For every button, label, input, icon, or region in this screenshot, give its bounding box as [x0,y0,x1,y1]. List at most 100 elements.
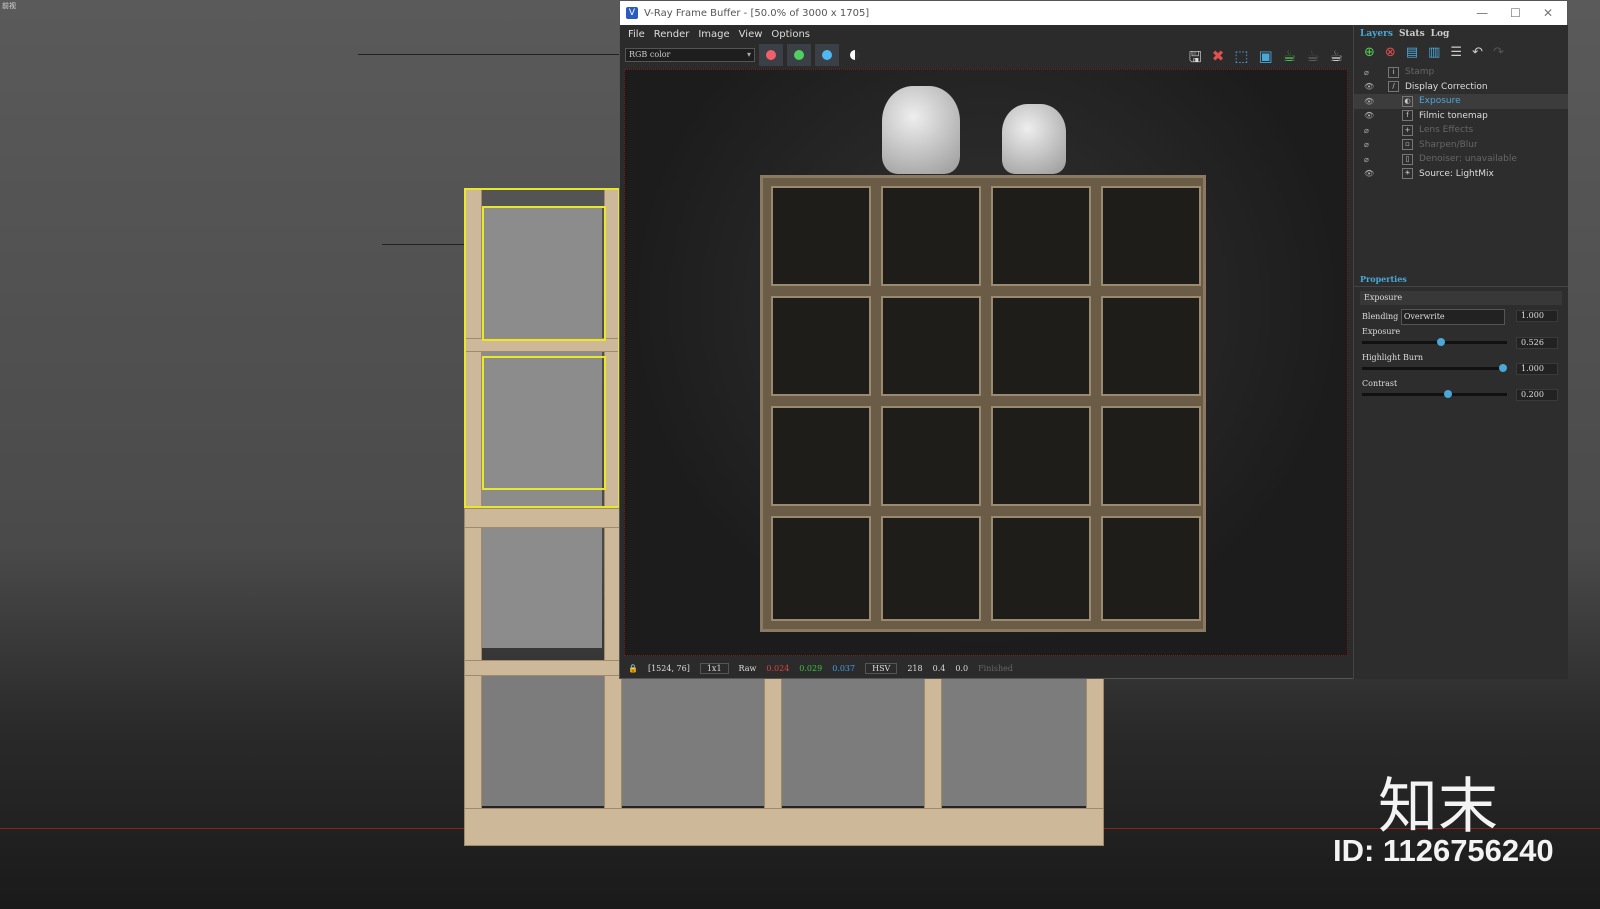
watermark-logo: 知末 [1378,772,1498,842]
window-title: V-Ray Frame Buffer - [50.0% of 3000 x 17… [644,7,870,19]
status-bar: 🔒 [1524, 76] 1x1 Raw 0.024 0.029 0.037 H… [620,657,1352,679]
render-image[interactable] [624,69,1348,656]
delete-layer-icon[interactable]: ⊗ [1385,45,1396,63]
layer-item[interactable]: ⌀ ▯ Denoiser: unavailable [1354,152,1568,167]
layer-item[interactable]: ⌀ i Stamp [1354,65,1568,80]
blue-dot-icon [822,50,832,60]
load-layers-icon[interactable]: ▥ [1428,45,1440,63]
slider-handle[interactable] [1444,390,1453,398]
eye-icon[interactable]: 👁 [1364,111,1376,120]
eye-hidden-icon[interactable]: ⌀ [1364,68,1376,77]
layer-name: Sharpen/Blur [1419,139,1478,150]
layer-type-icon: f [1402,110,1413,122]
tab-layers[interactable]: Layers [1360,29,1393,39]
slider-value[interactable]: 1.000 [1516,363,1558,375]
undo-icon[interactable]: ↶ [1472,45,1483,63]
render-state: Finished [978,663,1014,673]
layer-item[interactable]: 👁 / Display Correction [1354,80,1568,95]
properties-title: Properties [1354,271,1568,287]
close-button[interactable]: ✕ [1543,6,1553,20]
save-layers-icon[interactable]: ▤ [1406,45,1418,63]
green-value: 0.029 [799,663,823,673]
eye-icon[interactable]: 👁 [1364,82,1376,91]
menu-file[interactable]: File [628,29,645,40]
slider-handle[interactable] [1437,338,1446,346]
layer-name: Source: LightMix [1419,168,1494,179]
slider-row: Exposure 0.526 [1354,325,1568,351]
layer-item[interactable]: ⌀ + Lens Effects [1354,123,1568,138]
menu-options[interactable]: Options [771,29,810,40]
layer-type-icon: + [1402,124,1413,136]
watermark-id: ID: 1126756240 [1333,833,1554,868]
minimize-button[interactable]: — [1476,6,1488,20]
blending-label: Blending [1362,312,1399,321]
red-value: 0.024 [766,663,790,673]
value-value: 0.0 [955,663,969,673]
layer-item[interactable]: 👁 f Filmic tonemap [1354,109,1568,124]
saturation-value: 0.4 [932,663,946,673]
layer-name: Denoiser: unavailable [1419,154,1517,165]
add-layer-icon[interactable]: ⊕ [1364,45,1375,63]
layer-type-icon: / [1388,81,1399,93]
vase [882,86,960,174]
slider-row: Highlight Burn 1.000 [1354,351,1568,377]
layer-item[interactable]: 👁 ☀ Source: LightMix [1354,167,1568,182]
layer-name: Filmic tonemap [1419,110,1488,121]
blue-channel-button[interactable] [815,44,839,66]
vase [1002,104,1066,174]
slider-row: Contrast 0.200 [1354,377,1568,403]
layer-name: Lens Effects [1419,125,1474,136]
eye-icon[interactable]: 👁 [1364,169,1376,178]
layer-name: Exposure [1419,96,1461,107]
mode-label[interactable]: Raw [739,664,757,673]
layer-list-icon[interactable]: ☰ [1450,45,1462,63]
blending-select[interactable]: Overwrite [1400,309,1505,325]
pixel-coords: [1524, 76] [647,663,690,673]
tab-log[interactable]: Log [1431,29,1450,39]
slider-handle[interactable] [1499,364,1507,372]
slider-track[interactable] [1362,390,1507,398]
slider-value[interactable]: 0.200 [1516,389,1558,401]
menu-render[interactable]: Render [654,29,690,40]
blue-value: 0.037 [832,663,856,673]
eye-hidden-icon[interactable]: ⌀ [1364,140,1376,149]
layer-type-icon: ☀ [1402,168,1413,180]
blending-amount[interactable]: 1.000 [1516,310,1558,322]
slider-track[interactable] [1362,338,1507,346]
menu-view[interactable]: View [739,29,763,40]
layer-item[interactable]: ⌀ ▫ Sharpen/Blur [1354,138,1568,153]
layer-name: Display Correction [1405,81,1488,92]
eye-icon[interactable]: 👁 [1364,97,1376,106]
channel-select[interactable]: RGB color [625,48,755,62]
green-dot-icon [794,50,804,60]
layer-list: ⌀ i Stamp 👁 / Display Correction 👁 ◐ Exposure 👁 f F… [1354,65,1568,181]
red-dot-icon [766,50,776,60]
vray-frame-buffer-window: V V-Ray Frame Buffer - [50.0% of 3000 x … [619,0,1568,679]
rendered-shelf [760,175,1206,632]
layer-item[interactable]: 👁 ◐ Exposure [1354,94,1568,109]
hue-value: 218 [907,663,923,673]
alpha-channel-button[interactable] [843,44,867,66]
layer-type-icon: ▯ [1402,153,1413,165]
layers-panel: Layers Stats Log ⊕ ⊗ ▤ ▥ ☰ ↶ ↷ ⌀ i Stamp 👁 /… [1353,25,1568,679]
lock-icon[interactable]: 🔒 [628,664,638,673]
menu-image[interactable]: Image [698,29,729,40]
layer-name: Stamp [1405,67,1435,78]
layer-name-field[interactable]: Exposure [1360,291,1562,305]
slider-value[interactable]: 0.526 [1516,337,1558,349]
eye-hidden-icon[interactable]: ⌀ [1364,126,1376,135]
tab-stats[interactable]: Stats [1399,29,1425,39]
slider-track[interactable] [1362,364,1507,372]
maximize-button[interactable]: ☐ [1510,6,1521,20]
redo-icon[interactable]: ↷ [1493,45,1504,63]
layer-type-icon: ▫ [1402,139,1413,151]
viewport-label: 前视 [2,2,16,10]
red-channel-button[interactable] [759,44,783,66]
green-channel-button[interactable] [787,44,811,66]
alpha-icon [850,50,860,60]
title-bar[interactable]: V V-Ray Frame Buffer - [50.0% of 3000 x … [620,1,1567,25]
layer-type-icon: ◐ [1402,95,1413,107]
eye-hidden-icon[interactable]: ⌀ [1364,155,1376,164]
ratio-select[interactable]: 1x1 [699,662,729,674]
colorspace-select[interactable]: HSV [865,662,898,674]
